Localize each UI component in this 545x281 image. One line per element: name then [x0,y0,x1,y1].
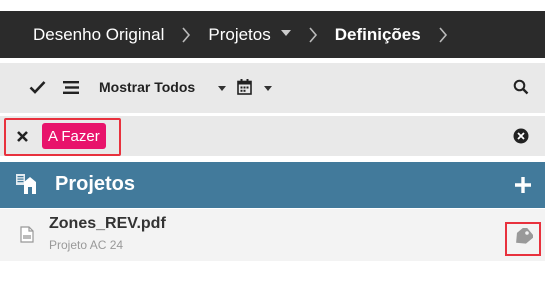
breadcrumb-item-desenho-original[interactable]: Desenho Original [33,25,164,45]
chevron-right-icon [291,26,335,43]
section-title: Projetos [55,173,136,195]
tag-button[interactable] [505,222,541,256]
filter-highlight-box [4,118,121,156]
file-name[interactable]: Zones_REV.pdf [49,215,166,233]
chevron-down-icon[interactable] [280,29,291,36]
breadcrumb-item-definicoes: Definições [334,24,421,44]
list-item[interactable]: Zones_REV.pdf Projeto AC 24 [0,209,545,261]
breadcrumb-item-projetos[interactable]: Projetos [208,25,270,45]
plus-icon[interactable] [514,176,532,194]
pdf-file-icon [20,226,34,243]
toolbar: Mostrar Todos [0,63,545,113]
chevron-right-icon [421,26,465,43]
clear-circle-icon[interactable] [513,128,529,144]
list-icon[interactable] [63,81,79,94]
projects-icon [16,174,40,196]
search-icon[interactable] [513,79,529,95]
file-subtitle: Projeto AC 24 [49,238,124,252]
calendar-icon[interactable] [237,79,252,95]
chevron-down-icon[interactable] [264,86,272,91]
chevron-down-icon[interactable] [218,86,226,91]
tag-icon [513,225,535,251]
section-header: Projetos [0,162,545,208]
check-icon[interactable] [29,80,46,94]
breadcrumb: Desenho Original Projetos Definições [0,11,545,58]
chevron-right-icon [164,26,208,43]
show-all-dropdown[interactable]: Mostrar Todos [99,79,195,95]
